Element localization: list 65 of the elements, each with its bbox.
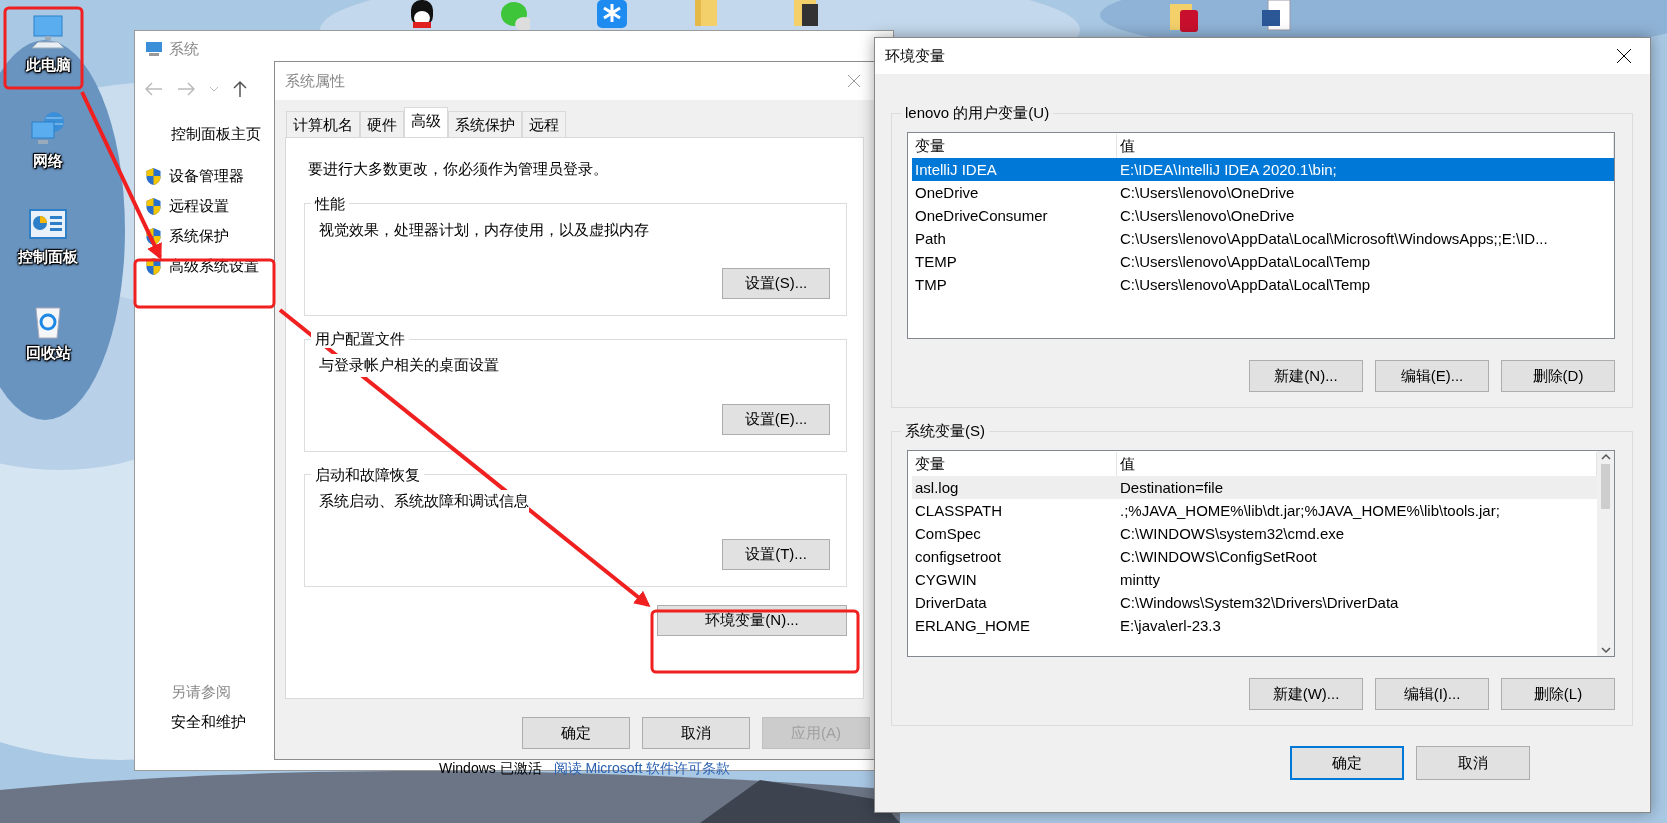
window-title: 系统 (169, 38, 199, 59)
dropdown-icon[interactable] (209, 86, 219, 92)
section-heading: 另请参阅 (170, 681, 232, 702)
dialog-button[interactable]: 取消 (1416, 746, 1530, 780)
nav-link[interactable]: 控制面板主页 (144, 119, 275, 149)
nav-link[interactable]: 系统保护 (169, 224, 229, 248)
up-icon[interactable] (233, 80, 247, 98)
notice-text: 要进行大多数更改，你必须作为管理员登录。 (308, 159, 609, 179)
shield-icon (144, 226, 163, 246)
computer-icon (145, 41, 163, 57)
dialog-title: 环境变量 (885, 45, 945, 66)
document-icon[interactable] (1262, 0, 1292, 32)
settings-button[interactable]: 设置(E)... (722, 403, 830, 435)
list-row[interactable]: configsetroot C:\WINDOWS\ConfigSetRoot (912, 545, 1597, 568)
list-row[interactable]: OneDriveConsumer C:\Users\lenovo\OneDrive (912, 204, 1614, 227)
nav-link[interactable]: 安全和维护 (144, 707, 275, 737)
scrollbar[interactable] (1597, 451, 1614, 656)
dialog-button[interactable]: 确定 (1290, 746, 1404, 780)
nav-link[interactable]: 远程设置 (169, 194, 229, 218)
dialog-title: 系统属性 (285, 70, 345, 91)
scroll-up-icon[interactable] (1600, 453, 1611, 460)
dialog-button[interactable]: 新建(N)... (1249, 360, 1363, 392)
list-row[interactable]: asl.log Destination=file (912, 476, 1597, 499)
dialog-button[interactable]: 编辑(E)... (1375, 360, 1489, 392)
dialog-button[interactable]: 取消 (642, 717, 750, 749)
list-row[interactable]: TMP C:\Users\lenovo\AppData\Local\Temp (912, 273, 1614, 296)
environment-variables-button[interactable]: 环境变量(N)... (657, 605, 847, 636)
list-row[interactable]: DriverData C:\Windows\System32\Drivers\DriverData (912, 591, 1597, 614)
back-icon[interactable] (145, 82, 163, 96)
close-icon (1616, 48, 1632, 64)
dialog-button[interactable]: 删除(D) (1501, 360, 1615, 392)
scroll-down-icon[interactable] (1600, 647, 1611, 654)
list-row[interactable]: IntelliJ IDEA E:\IDEA\IntelliJ IDEA 2020.1\bin; (912, 158, 1614, 181)
list-row[interactable]: CYGWIN mintty (912, 568, 1597, 591)
tab[interactable]: 计算机名 (286, 111, 360, 137)
list-row[interactable]: CLASSPATH .;%JAVA_HOME%\lib\dt.jar;%JAVA_HOME%\lib\tools.jar; (912, 499, 1597, 522)
chat-bubble-icon[interactable] (500, 0, 530, 32)
tab[interactable]: 高级 (404, 107, 448, 137)
list-row[interactable]: TEMP C:\Users\lenovo\AppData\Local\Temp (912, 250, 1614, 273)
dialog-button[interactable]: 确定 (522, 717, 630, 749)
shield-icon (144, 196, 163, 216)
status-text: Windows 已激活 (439, 759, 542, 778)
tab[interactable]: 远程 (522, 111, 566, 137)
tab[interactable]: 系统保护 (448, 111, 522, 137)
settings-button[interactable]: 设置(S)... (722, 268, 830, 299)
shield-icon (144, 166, 163, 186)
tab[interactable]: 硬件 (360, 111, 404, 137)
forward-icon[interactable] (177, 82, 195, 96)
list-row[interactable]: Path C:\Users\lenovo\AppData\Local\Microsoft\WindowsApps;;E:\ID... (912, 227, 1614, 250)
shield-icon (144, 256, 163, 276)
nav-link[interactable]: 设备管理器 (169, 164, 244, 188)
list-row[interactable]: OneDrive C:\Users\lenovo\OneDrive (912, 181, 1614, 204)
scrollbar-thumb[interactable] (1601, 464, 1610, 509)
list-row[interactable]: ComSpec C:\WINDOWS\system32\cmd.exe (912, 522, 1597, 545)
dialog-button[interactable]: 新建(W)... (1249, 678, 1363, 710)
settings-button[interactable]: 设置(T)... (722, 539, 830, 570)
group-label: lenovo 的用户变量(U) (904, 104, 1051, 122)
description-text: 系统启动、系统故障和调试信息 (319, 489, 529, 512)
link[interactable]: 阅读 Microsoft 软件许可条款 (553, 758, 731, 779)
close-icon (847, 74, 861, 88)
dialog-button[interactable]: 删除(L) (1501, 678, 1615, 710)
description-text: 与登录帐户相关的桌面设置 (319, 354, 499, 377)
group-label: 系统变量(S) (904, 422, 986, 440)
list-row[interactable]: ERLANG_HOME E:\java\erl-23.3 (912, 614, 1597, 637)
dialog-button[interactable]: 编辑(I)... (1375, 678, 1489, 710)
